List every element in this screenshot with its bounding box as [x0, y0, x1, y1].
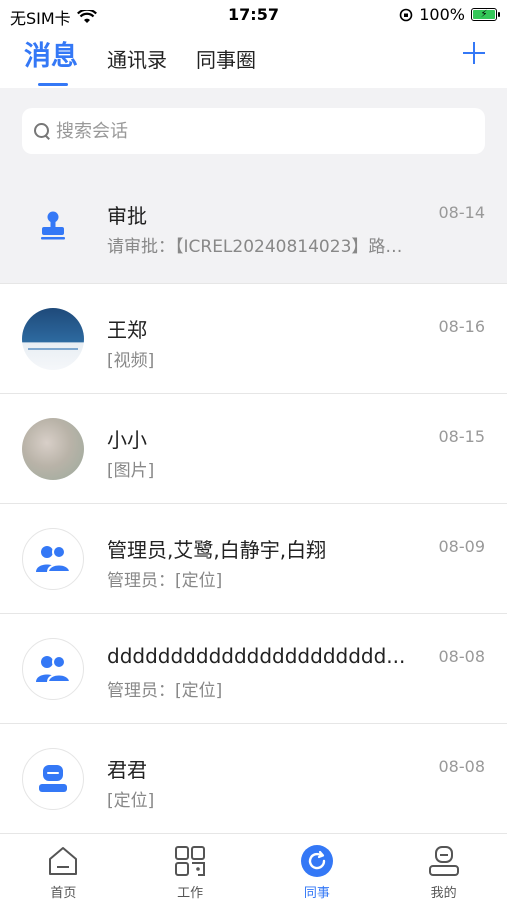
orientation-lock-icon: [399, 8, 413, 21]
tab-work-label: 工作: [177, 886, 204, 900]
conversation-item[interactable]: 管理员,艾鹭,白静宇,白翔 管理员：[定位] 08-09: [0, 504, 507, 614]
search-box[interactable]: [22, 108, 485, 154]
user-icon: [22, 748, 84, 810]
tab-bar: 首页 工作 同事 我的: [0, 833, 507, 900]
conversation-preview: [视频]: [107, 351, 155, 371]
home-icon: [49, 847, 78, 875]
conversation-date: 08-16: [438, 317, 486, 336]
conversation-item[interactable]: 君君 [定位] 08-08: [0, 724, 507, 834]
conversation-date: 08-08: [438, 647, 486, 666]
group-icon: [22, 528, 84, 590]
conversation-item[interactable]: 审批 请审批：【ICREL20240814023】路… 08-14: [0, 170, 507, 284]
conversation-preview: 请审批：【ICREL20240814023】路…: [107, 237, 403, 257]
tab-active-indicator: [38, 83, 68, 86]
search-area: [0, 88, 507, 170]
conversation-item[interactable]: dddddddddddddddddddddd... 管理员：[定位] 08-08: [0, 614, 507, 724]
conversation-name: 管理员,艾鹭,白静宇,白翔: [107, 538, 327, 562]
conversation-list: 审批 请审批：【ICREL20240814023】路… 08-14 王郑 [视频…: [0, 170, 507, 834]
tab-colleagues[interactable]: 同事: [254, 834, 381, 900]
tab-colleague-circle[interactable]: 同事圈: [196, 44, 256, 73]
tab-messages[interactable]: 消息: [24, 34, 78, 73]
grid-icon: [175, 846, 206, 876]
conversation-preview: [图片]: [107, 461, 155, 481]
approval-icon: [22, 194, 84, 256]
colleague-icon: [300, 845, 333, 877]
conversation-item[interactable]: 小小 [图片] 08-15: [0, 394, 507, 504]
add-icon[interactable]: [461, 40, 487, 66]
conversation-date: 08-09: [438, 537, 486, 556]
tab-home[interactable]: 首页: [0, 834, 127, 900]
status-bar: 无SIM卡 17:57 100% ⚡: [0, 0, 507, 30]
conversation-name: dddddddddddddddddddddd...: [107, 644, 406, 668]
conversation-name: 君君: [107, 758, 147, 782]
tab-mine[interactable]: 我的: [380, 834, 507, 900]
conversation-name: 小小: [107, 428, 147, 452]
battery-icon: ⚡: [471, 8, 500, 21]
conversation-preview: 管理员：[定位]: [107, 571, 223, 591]
conversation-name: 审批: [107, 204, 147, 228]
conversation-item[interactable]: 王郑 [视频] 08-16: [0, 284, 507, 394]
header: 消息 通讯录 同事圈: [0, 30, 507, 88]
conversation-date: 08-15: [438, 427, 486, 446]
tab-mine-label: 我的: [430, 886, 457, 900]
conversation-preview: [定位]: [107, 791, 155, 811]
search-input[interactable]: [56, 120, 456, 142]
search-icon: [34, 122, 51, 140]
conversation-name: 王郑: [107, 318, 147, 342]
tab-colleagues-label: 同事: [303, 886, 330, 900]
profile-icon: [428, 846, 459, 876]
conversation-date: 08-08: [438, 757, 486, 776]
status-right: 100% ⚡: [399, 5, 500, 24]
avatar: [22, 418, 84, 480]
battery-percent: 100%: [419, 5, 465, 24]
avatar: [22, 308, 84, 370]
conversation-date: 08-14: [438, 203, 486, 222]
tab-home-label: 首页: [50, 886, 77, 900]
conversation-preview: 管理员：[定位]: [107, 681, 223, 701]
tab-work[interactable]: 工作: [127, 834, 254, 900]
tab-contacts[interactable]: 通讯录: [107, 44, 167, 73]
group-icon: [22, 638, 84, 700]
